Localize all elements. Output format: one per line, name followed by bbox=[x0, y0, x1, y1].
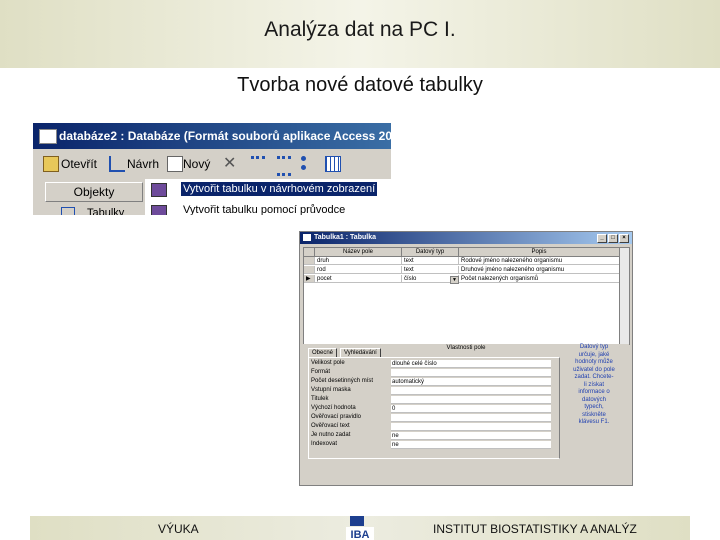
table-window-titlebar[interactable]: Tabulka1 : Tabulka _ □ × bbox=[300, 232, 632, 244]
property-label: Ověřovací pravidlo bbox=[311, 414, 362, 420]
help-line: hodnoty může bbox=[575, 359, 613, 365]
database-toolbar: Otevřít Návrh Nový ✕ bbox=[33, 149, 391, 179]
help-line: typech, bbox=[584, 404, 604, 410]
open-icon bbox=[43, 156, 59, 172]
help-line: datových bbox=[581, 396, 606, 403]
table-cell[interactable]: druh bbox=[315, 257, 402, 265]
details-view-icon[interactable] bbox=[325, 156, 341, 172]
column-header: Datový typ bbox=[402, 248, 459, 257]
tables-icon bbox=[61, 207, 75, 215]
type-dropdown-button[interactable]: ▼ bbox=[450, 276, 459, 284]
iba-logo: IBA bbox=[346, 516, 374, 540]
table-cell[interactable]: rod bbox=[315, 266, 402, 274]
database-icon bbox=[39, 129, 57, 144]
wizard-icon bbox=[151, 205, 167, 215]
slide-title: Analýza dat na PC I. bbox=[264, 18, 456, 41]
help-text: Datový typ určuje, jaké hodnoty může uži… bbox=[564, 344, 624, 468]
property-label: Počet desetinných míst bbox=[311, 378, 374, 384]
design-view-wizard-icon bbox=[151, 183, 167, 197]
row-selector[interactable] bbox=[304, 266, 315, 274]
row-selector[interactable] bbox=[304, 257, 315, 265]
list-view-icon[interactable] bbox=[301, 156, 320, 170]
help-line: klávesu F1. bbox=[578, 419, 610, 425]
open-button[interactable]: Otevřít bbox=[61, 157, 97, 171]
property-value[interactable]: ne bbox=[391, 441, 551, 449]
footer-left-text: VÝUKA bbox=[158, 522, 199, 536]
field-grid: Název pole Datový typ Popis druh text Ro… bbox=[303, 247, 621, 345]
table-icon bbox=[303, 234, 311, 241]
create-with-wizard-item[interactable]: Vytvořit tabulku pomocí průvodce bbox=[183, 204, 345, 215]
property-label: Ověřovací text bbox=[311, 423, 350, 429]
row-selector-header bbox=[304, 248, 315, 257]
table-cell[interactable]: pocet bbox=[315, 275, 402, 283]
property-label: Výchozí hodnota bbox=[311, 405, 356, 411]
slide-subtitle: Tvorba nové datové tabulky bbox=[237, 74, 483, 96]
objects-bar: Objekty Tabulky bbox=[41, 179, 146, 215]
property-value[interactable] bbox=[391, 369, 551, 377]
table-cell[interactable]: text bbox=[402, 257, 459, 265]
table-window-title: Tabulka1 : Tabulka bbox=[314, 234, 376, 241]
objects-button[interactable]: Objekty bbox=[45, 182, 143, 202]
property-label: Vstupní maska bbox=[311, 387, 351, 393]
help-line: informace o bbox=[578, 389, 610, 395]
property-label: Formát bbox=[311, 369, 331, 375]
property-value[interactable] bbox=[391, 387, 551, 395]
help-line: zadat. Chcete- bbox=[574, 374, 614, 380]
tables-button[interactable]: Tabulky bbox=[87, 207, 124, 215]
property-label: Je nutno zadat bbox=[311, 432, 351, 438]
vertical-scrollbar[interactable] bbox=[619, 247, 630, 345]
minimize-icon[interactable]: _ bbox=[597, 234, 607, 243]
column-header: Popis bbox=[459, 248, 620, 257]
current-row-arrow-icon[interactable]: ▶ bbox=[304, 275, 315, 283]
close-icon[interactable]: × bbox=[619, 234, 629, 243]
property-label: Titulek bbox=[311, 396, 329, 402]
database-window-titlebar[interactable]: databáze2 : Databáze (Formát souborů apl… bbox=[33, 123, 391, 149]
property-value[interactable]: dlouhé celé číslo bbox=[391, 360, 551, 368]
help-line: určuje, jaké bbox=[578, 351, 610, 358]
help-line: Datový typ bbox=[579, 344, 609, 350]
footer-right-text: INSTITUT BIOSTATISTIKY A ANALÝZ bbox=[433, 522, 637, 536]
table-cell[interactable]: Rodové jméno nalezeného organismu bbox=[459, 257, 620, 265]
table-cell[interactable]: Počet nalezených organismů bbox=[459, 275, 620, 283]
design-button[interactable]: Návrh bbox=[127, 157, 159, 171]
new-icon bbox=[167, 156, 183, 172]
help-line: li získat bbox=[583, 381, 604, 388]
object-list: Vytvořit tabulku v návrhovém zobrazení V… bbox=[145, 179, 391, 215]
database-window-title: databáze2 : Databáze (Formát souborů apl… bbox=[59, 129, 391, 143]
property-label: Velikost pole bbox=[311, 360, 345, 366]
delete-icon[interactable]: ✕ bbox=[223, 153, 236, 173]
maximize-icon[interactable]: □ bbox=[608, 234, 618, 243]
help-line: uživatel do pole bbox=[573, 366, 615, 373]
property-value[interactable] bbox=[391, 396, 551, 404]
design-icon bbox=[109, 156, 125, 172]
new-button[interactable]: Nový bbox=[183, 157, 210, 171]
help-line: stiskněte bbox=[582, 411, 606, 418]
property-value[interactable] bbox=[391, 414, 551, 422]
property-value[interactable]: 0 bbox=[391, 405, 551, 413]
property-value[interactable] bbox=[391, 423, 551, 431]
large-icons-icon[interactable] bbox=[251, 156, 265, 173]
property-label: Indexovat bbox=[311, 441, 338, 447]
property-value[interactable]: ne bbox=[391, 432, 551, 440]
column-header: Název pole bbox=[315, 248, 402, 257]
properties-panel: Velikost pole dlouhé celé číslo Formát P… bbox=[308, 357, 560, 459]
create-in-design-view-item[interactable]: Vytvořit tabulku v návrhovém zobrazení bbox=[179, 181, 379, 197]
table-cell[interactable]: Druhové jméno nalezeného organismu bbox=[459, 266, 620, 274]
database-window: databáze2 : Databáze (Formát souborů apl… bbox=[33, 123, 391, 215]
table-cell[interactable]: text bbox=[402, 266, 459, 274]
property-value[interactable]: automatický bbox=[391, 378, 551, 386]
svg-text:IBA: IBA bbox=[351, 529, 370, 540]
table-design-window: Tabulka1 : Tabulka _ □ × Název pole Dato… bbox=[299, 231, 633, 486]
small-icons-icon[interactable] bbox=[277, 156, 291, 176]
